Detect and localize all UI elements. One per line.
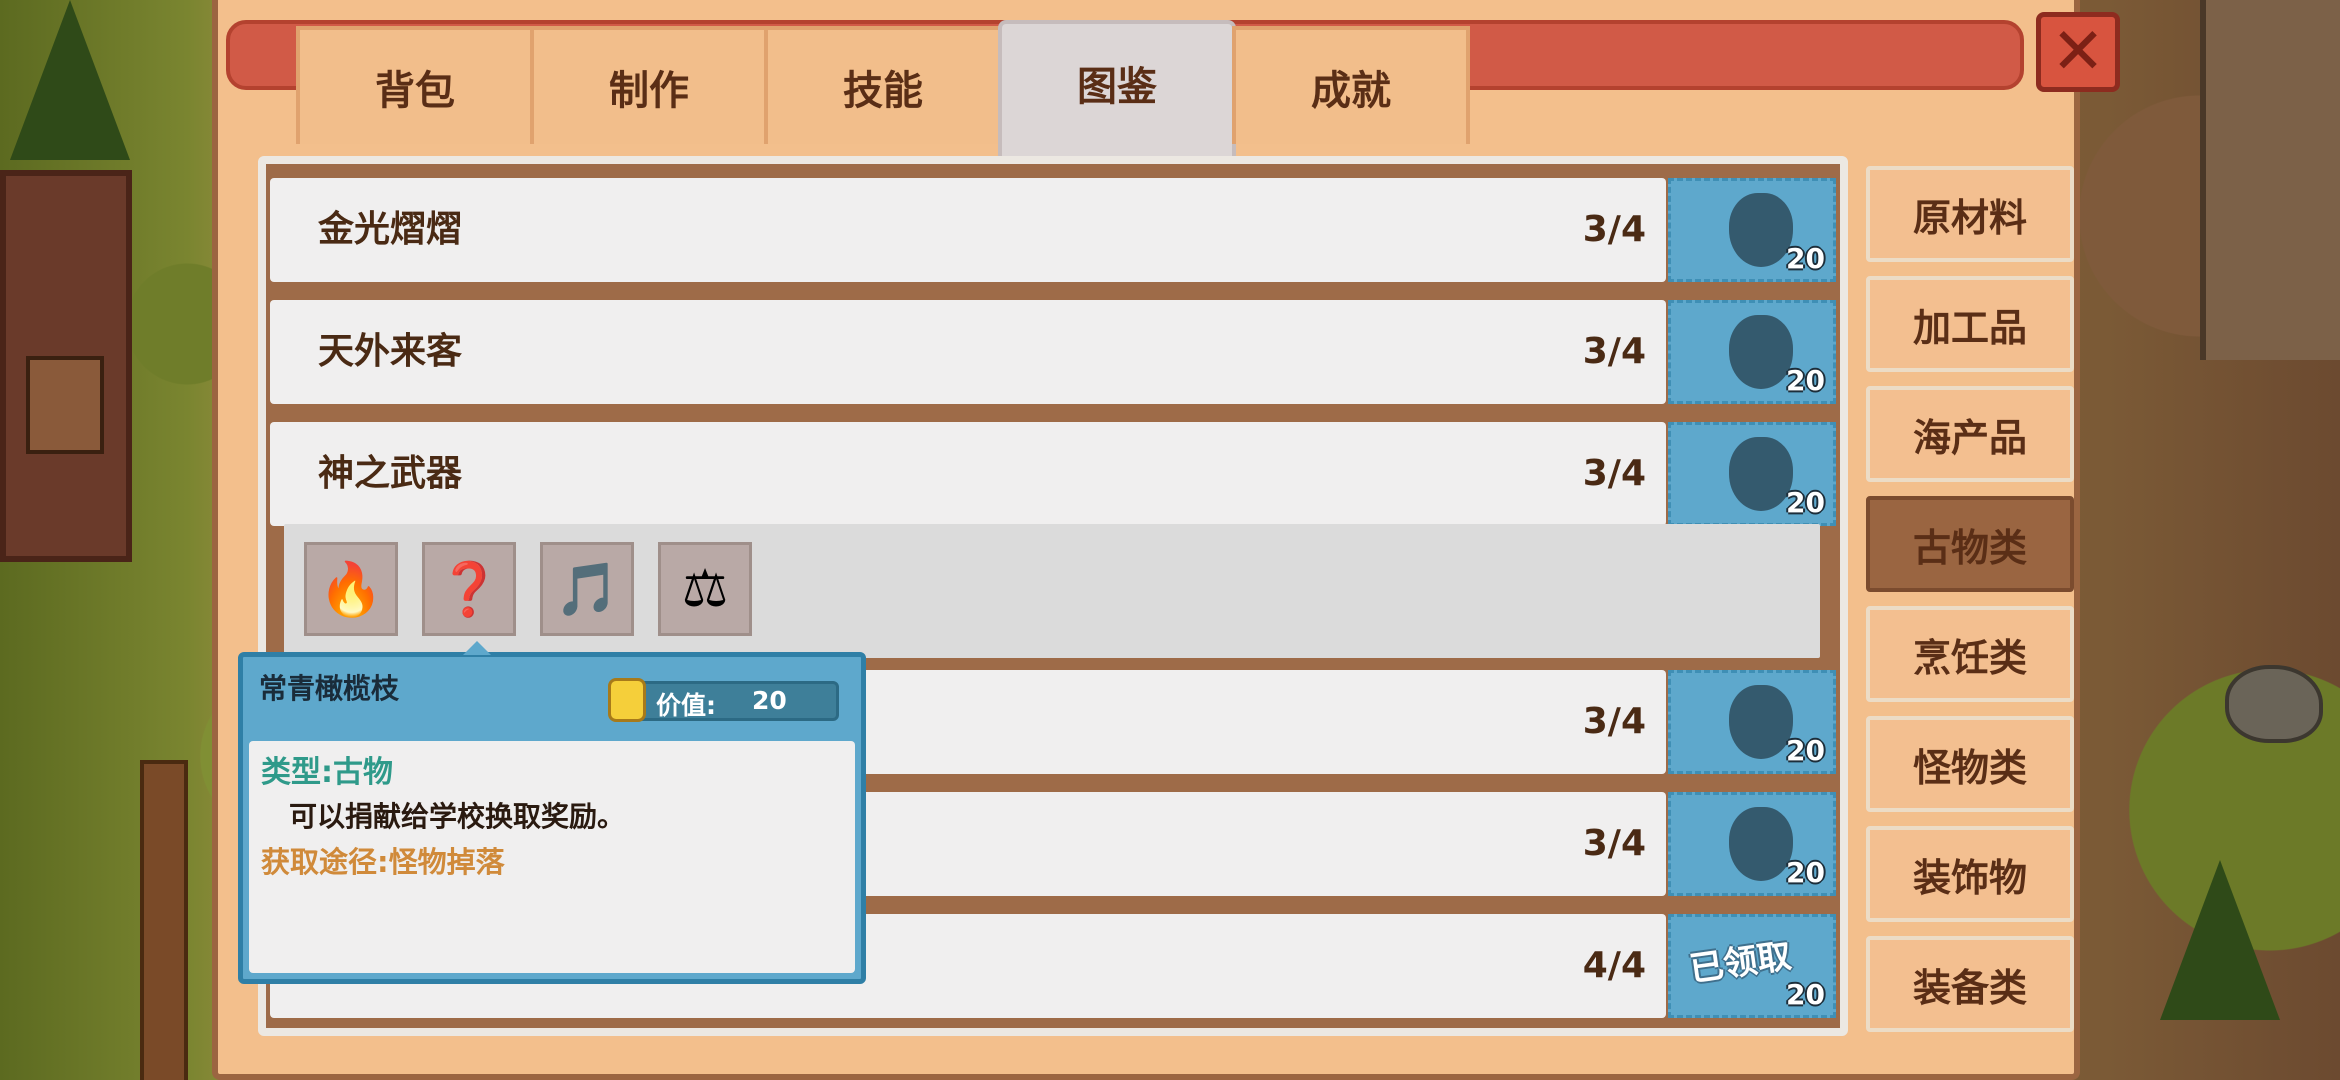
reward-button[interactable]: 20 (1668, 300, 1836, 404)
claimed-stamp: 已领取 (1687, 936, 1794, 990)
reward-quantity: 20 (1786, 734, 1825, 767)
house-building (0, 170, 132, 562)
category-decorations[interactable]: 装饰物 (1866, 826, 2074, 922)
golden-scale-icon[interactable]: ⚖ (658, 542, 752, 636)
tooltip-body: 类型:古物 可以捐献给学校换取奖励。 获取途径:怪物掉落 (249, 741, 855, 973)
pine-tree (2160, 860, 2280, 1020)
lyre-icon[interactable]: 🎵 (540, 542, 634, 636)
reward-claimed-button[interactable]: 已领取 20 (1668, 914, 1836, 1018)
reward-quantity: 20 (1786, 978, 1825, 1011)
row-progress: 3/4 (1582, 331, 1646, 372)
tab-skills[interactable]: 技能 (764, 26, 1002, 144)
gem-icon (1729, 315, 1793, 389)
collection-row[interactable]: 天外来客 3/4 (270, 300, 1666, 404)
tooltip-pointer (463, 641, 491, 655)
wooden-fence (140, 760, 188, 1080)
tooltip-value-number: 20 (752, 686, 787, 715)
category-cooking[interactable]: 烹饪类 (1866, 606, 2074, 702)
tab-achievements[interactable]: 成就 (1232, 26, 1470, 144)
close-button[interactable]: ✕ (2036, 12, 2120, 92)
unknown-silhouette-icon[interactable]: ❓ (422, 542, 516, 636)
gem-icon (1729, 193, 1793, 267)
category-processed-goods[interactable]: 加工品 (1866, 276, 2074, 372)
tab-collection[interactable]: 图鉴 (998, 20, 1236, 160)
collection-row[interactable]: 金光熠熠 3/4 (270, 178, 1666, 282)
reward-quantity: 20 (1786, 364, 1825, 397)
row-progress: 3/4 (1582, 209, 1646, 250)
row-title: 天外来客 (318, 331, 463, 372)
category-seafood[interactable]: 海产品 (1866, 386, 2074, 482)
torch-icon[interactable]: 🔥 (304, 542, 398, 636)
tooltip-value-box: 价值: 20 (608, 678, 839, 722)
tooltip-value-label: 价值: (656, 691, 716, 720)
row-progress: 4/4 (1582, 945, 1646, 986)
row-progress: 3/4 (1582, 453, 1646, 494)
category-raw-materials[interactable]: 原材料 (1866, 166, 2074, 262)
rock-cliff (2200, 0, 2340, 360)
tooltip-item-name: 常青橄榄枝 (259, 672, 400, 705)
tooltip-source: 获取途径:怪物掉落 (261, 845, 505, 879)
reward-button[interactable]: 20 (1668, 670, 1836, 774)
reward-button[interactable]: 20 (1668, 792, 1836, 896)
gem-icon (1729, 807, 1793, 881)
row-progress: 3/4 (1582, 823, 1646, 864)
reward-quantity: 20 (1786, 486, 1825, 519)
tooltip-type: 类型:古物 (261, 755, 393, 790)
item-tooltip: 常青橄榄枝 价值: 20 类型:古物 可以捐献给学校换取奖励。 获取途径:怪物掉… (238, 641, 866, 984)
row-title: 金光熠熠 (318, 209, 463, 250)
coin-icon (608, 678, 646, 722)
gem-icon (1729, 437, 1793, 511)
category-antiques[interactable]: 古物类 (1866, 496, 2074, 592)
reward-quantity: 20 (1786, 856, 1825, 889)
category-sidebar: 原材料 加工品 海产品 古物类 烹饪类 怪物类 装饰物 装备类 (1866, 166, 2074, 1046)
collection-row[interactable]: 神之武器 3/4 (270, 422, 1666, 526)
pine-tree (10, 0, 130, 160)
tooltip-description: 可以捐献给学校换取奖励。 (289, 800, 626, 833)
row-progress: 3/4 (1582, 701, 1646, 742)
gem-icon (1729, 685, 1793, 759)
tab-backpack[interactable]: 背包 (296, 26, 534, 144)
main-tab-bar: 背包 制作 技能 图鉴 成就 (296, 20, 1470, 160)
reward-button[interactable]: 20 (1668, 422, 1836, 526)
category-equipment[interactable]: 装备类 (1866, 936, 2074, 1032)
expanded-item-tray: 🔥 ❓ 🎵 ⚖ (284, 524, 1820, 658)
reward-quantity: 20 (1786, 242, 1825, 275)
row-title: 神之武器 (318, 453, 463, 494)
close-x-icon: ✕ (2051, 15, 2105, 89)
boulder (2225, 665, 2323, 743)
reward-button[interactable]: 20 (1668, 178, 1836, 282)
tab-crafting[interactable]: 制作 (530, 26, 768, 144)
category-monsters[interactable]: 怪物类 (1866, 716, 2074, 812)
